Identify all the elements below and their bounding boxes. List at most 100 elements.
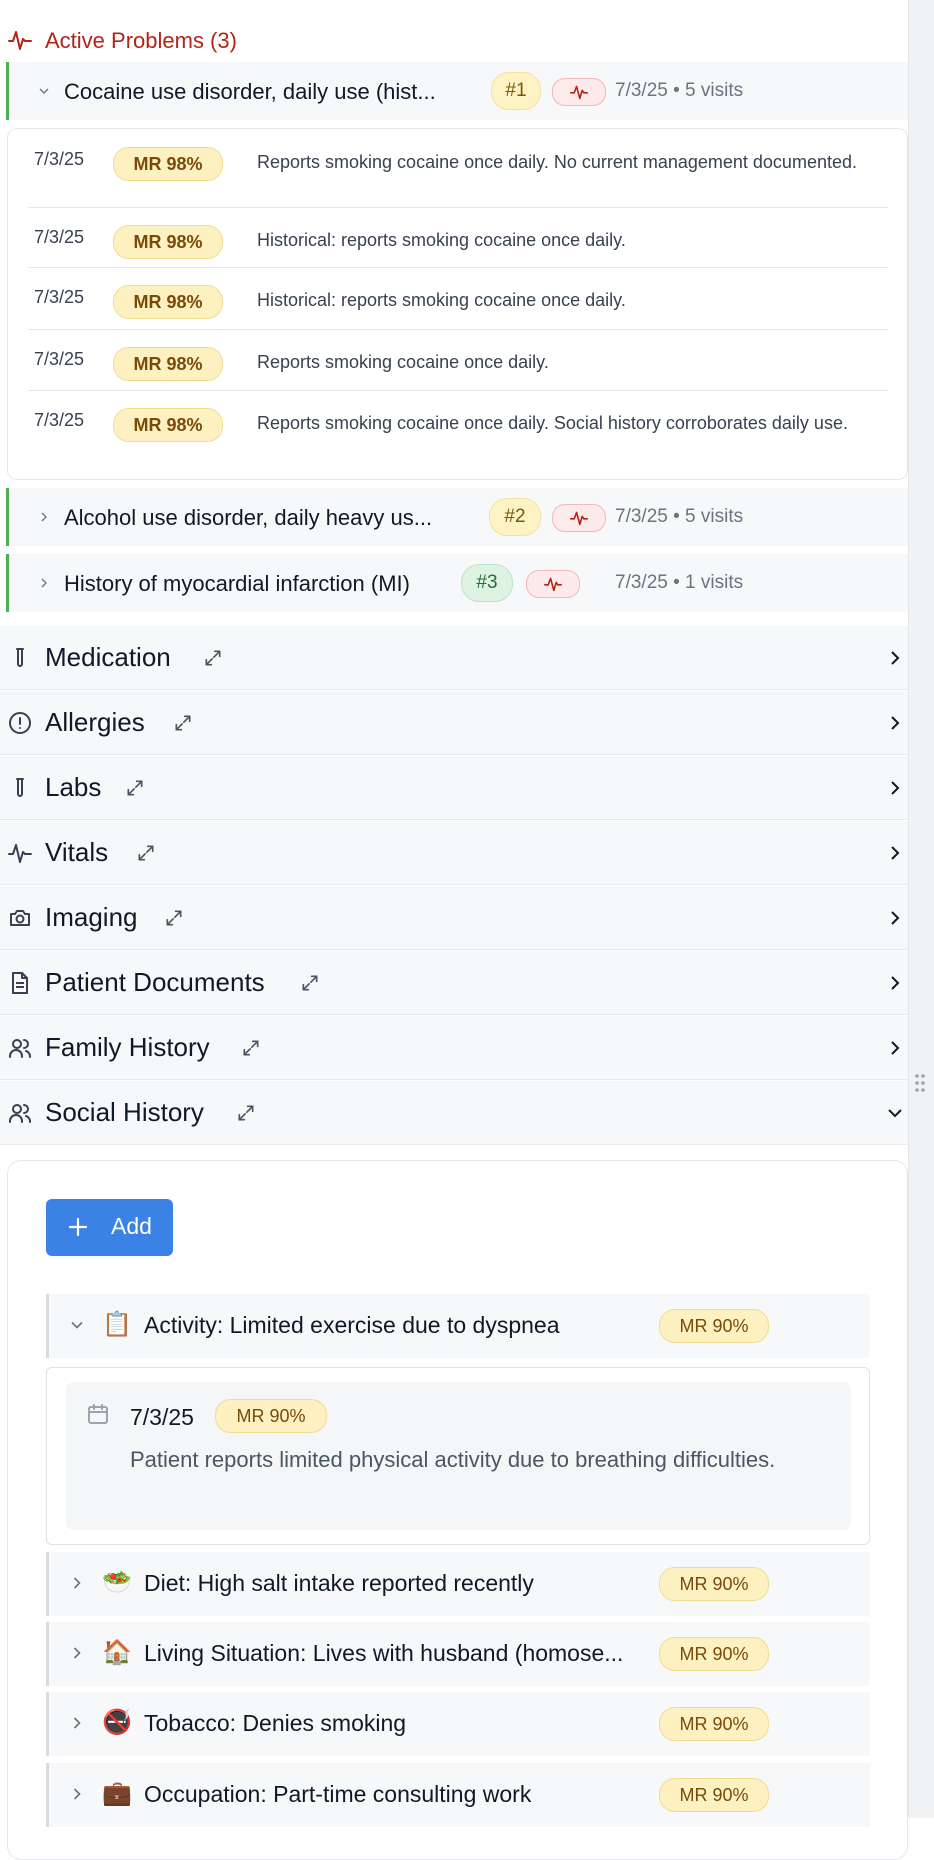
chevron-right-icon[interactable]	[883, 776, 907, 800]
social-item-label: Diet: High salt intake reported recently	[144, 1570, 534, 1596]
chevron-right-icon[interactable]	[883, 646, 907, 670]
chevron-right-icon[interactable]	[67, 1713, 87, 1733]
pulse-icon	[8, 841, 32, 865]
chevron-right-icon[interactable]	[33, 554, 55, 612]
match-rate-badge: MR 90%	[659, 1637, 769, 1671]
panel-resize-rail[interactable]	[908, 0, 934, 1818]
chevron-right-icon[interactable]	[67, 1573, 87, 1593]
match-rate-badge: MR 98%	[113, 347, 223, 381]
visit-note: Reports smoking cocaine once daily. No c…	[257, 152, 857, 172]
observation-card: 7/3/25 MR 90% Patient reports limited ph…	[66, 1382, 851, 1530]
users-icon	[8, 1101, 32, 1125]
chevron-right-icon[interactable]	[883, 711, 907, 735]
pulse-badge	[552, 504, 606, 532]
section-family-history[interactable]: Family History	[0, 1016, 908, 1080]
drag-handle-icon[interactable]	[913, 1071, 927, 1095]
calendar-icon	[86, 1402, 110, 1426]
match-rate-badge: MR 98%	[113, 285, 223, 319]
social-item-diet[interactable]: 🥗 Diet: High salt intake reported recent…	[46, 1552, 870, 1616]
section-imaging[interactable]: Imaging	[0, 886, 908, 950]
pulse-badge	[552, 78, 606, 106]
social-item-label: Tobacco: Denies smoking	[144, 1710, 407, 1736]
section-social-history[interactable]: Social History	[0, 1081, 908, 1145]
expand-icon[interactable]	[125, 778, 145, 798]
add-button-label: Add	[111, 1213, 152, 1239]
match-rate-badge: MR 90%	[659, 1778, 769, 1812]
test-tube-icon	[8, 776, 32, 800]
section-medication[interactable]: Medication	[0, 626, 908, 690]
section-patient-documents[interactable]: Patient Documents	[0, 951, 908, 1015]
section-label: Social History	[45, 1097, 204, 1127]
visit-date: 7/3/25	[34, 149, 85, 169]
visit-date: 7/3/25	[34, 349, 85, 369]
users-icon	[8, 1036, 32, 1060]
chevron-right-icon[interactable]	[67, 1784, 87, 1804]
problem-row[interactable]: History of myocardial infarction (MI) #3…	[6, 554, 908, 612]
chevron-right-icon[interactable]	[67, 1643, 87, 1663]
test-tube-icon	[8, 646, 32, 670]
chevron-right-icon[interactable]	[33, 488, 55, 546]
problem-rank-badge: #2	[489, 498, 541, 536]
social-item-tobacco[interactable]: 🚭 Tobacco: Denies smoking MR 90%	[46, 1692, 870, 1756]
problem-name: Cocaine use disorder, daily use (hist...	[64, 79, 436, 104]
add-button[interactable]: Add	[46, 1199, 173, 1256]
visit-note: Reports smoking cocaine once daily. Soci…	[257, 413, 848, 433]
problem-rank-badge: #3	[461, 564, 513, 602]
chevron-right-icon[interactable]	[883, 841, 907, 865]
chevron-down-icon[interactable]	[883, 1101, 907, 1125]
visit-note: Reports smoking cocaine once daily.	[257, 352, 549, 372]
expand-icon[interactable]	[203, 648, 223, 668]
problem-row[interactable]: Alcohol use disorder, daily heavy us... …	[6, 488, 908, 546]
visit-date: 7/3/25	[34, 287, 85, 307]
problem-rank-badge: #1	[491, 72, 541, 110]
camera-icon	[8, 906, 32, 930]
patient-chart-panel: Active Problems (3) Cocaine use disorder…	[0, 0, 908, 1860]
section-label: Family History	[45, 1032, 210, 1062]
problem-name: Alcohol use disorder, daily heavy us...	[64, 505, 433, 530]
observation-note: Patient reports limited physical activit…	[130, 1447, 776, 1472]
match-rate-badge: MR 90%	[659, 1707, 769, 1741]
expand-icon[interactable]	[241, 1038, 261, 1058]
social-item-label: Occupation: Part-time consulting work	[144, 1781, 532, 1807]
house-icon: 🏠	[102, 1639, 132, 1666]
chevron-down-icon[interactable]	[67, 1315, 87, 1335]
expand-icon[interactable]	[173, 713, 193, 733]
social-item-activity[interactable]: 📋 Activity: Limited exercise due to dysp…	[46, 1294, 870, 1358]
section-label: Imaging	[45, 902, 138, 932]
expand-icon[interactable]	[136, 843, 156, 863]
social-item-living-situation[interactable]: 🏠 Living Situation: Lives with husband (…	[46, 1622, 870, 1686]
visit-date: 7/3/25	[34, 227, 85, 247]
salad-icon: 🥗	[102, 1569, 132, 1596]
social-item-occupation[interactable]: 💼 Occupation: Part-time consulting work …	[46, 1763, 870, 1827]
section-vitals[interactable]: Vitals	[0, 821, 908, 885]
expand-icon[interactable]	[164, 908, 184, 928]
match-rate-badge: MR 98%	[113, 225, 223, 259]
visit-row: 7/3/25 MR 98% Historical: reports smokin…	[28, 267, 888, 330]
visit-note: Historical: reports smoking cocaine once…	[257, 230, 626, 250]
social-item-label: Living Situation: Lives with husband (ho…	[144, 1640, 624, 1666]
briefcase-icon: 💼	[102, 1780, 132, 1807]
section-allergies[interactable]: Allergies	[0, 691, 908, 755]
expand-icon[interactable]	[236, 1103, 256, 1123]
visit-row: 7/3/25 MR 98% Reports smoking cocaine on…	[28, 129, 888, 208]
plus-icon	[66, 1215, 90, 1239]
observation-date: 7/3/25	[130, 1404, 194, 1430]
problem-name: History of myocardial infarction (MI)	[64, 571, 410, 596]
expand-icon[interactable]	[300, 973, 320, 993]
match-rate-badge: MR 90%	[215, 1399, 327, 1433]
match-rate-badge: MR 98%	[113, 147, 223, 181]
problem-row[interactable]: Cocaine use disorder, daily use (hist...…	[6, 62, 908, 120]
chevron-right-icon[interactable]	[883, 906, 907, 930]
visit-date: 7/3/25	[34, 410, 85, 430]
section-label: Labs	[45, 772, 102, 802]
active-problems-header[interactable]: Active Problems (3)	[0, 20, 908, 60]
section-labs[interactable]: Labs	[0, 756, 908, 820]
active-problems-title: Active Problems (3)	[45, 28, 237, 53]
chevron-right-icon[interactable]	[883, 1036, 907, 1060]
chevron-right-icon[interactable]	[883, 971, 907, 995]
match-rate-badge: MR 90%	[659, 1309, 769, 1343]
match-rate-badge: MR 90%	[659, 1567, 769, 1601]
visit-note: Historical: reports smoking cocaine once…	[257, 290, 626, 310]
chevron-down-icon[interactable]	[33, 62, 55, 120]
problem-meta: 7/3/25 • 5 visits	[615, 80, 744, 101]
